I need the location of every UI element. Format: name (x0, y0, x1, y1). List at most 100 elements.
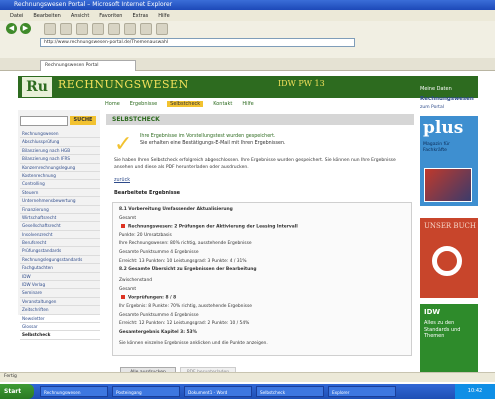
status-text: Fertig (4, 374, 17, 379)
result-line: Sie können einzelne Ergebnisse anklicken… (119, 341, 268, 347)
portal-sublink[interactable]: zum Portal (420, 105, 444, 110)
result-text: Vorprüfungen: 8 / 8 (128, 295, 177, 301)
search-button[interactable]: SUCHE (70, 116, 96, 125)
confirmation-subtext: Sie erhalten eine Bestätigungs-E-Mail mi… (140, 141, 286, 146)
print-icon[interactable] (156, 23, 168, 35)
result-line: Erreicht: 13 Punkten: 10 Leistungsgrad: … (119, 259, 247, 265)
taskbar-item[interactable]: Selbstcheck (256, 386, 324, 397)
search-icon[interactable] (92, 23, 104, 35)
menu-tools[interactable]: Extras (132, 13, 148, 19)
sidebar-item[interactable]: Zeitschriften (20, 306, 100, 315)
stop-icon[interactable] (44, 23, 56, 35)
menu-file[interactable]: Datei (10, 13, 23, 19)
refresh-icon[interactable] (60, 23, 72, 35)
idw-ad-title: IDW (424, 308, 441, 316)
book-ad-title: UNSER BUCH (424, 222, 476, 230)
magazine-cover-image (424, 168, 472, 202)
sidebar-item[interactable]: Unternehmensbewertung (20, 197, 100, 206)
result-text: Erreicht: 13 Punkten: 10 Leistungsgrad: … (119, 258, 247, 264)
nav-contact[interactable]: Kontakt (213, 101, 232, 107)
results-title: Bearbeitete Ergebnisse (114, 190, 181, 196)
menu-favorites[interactable]: Favoriten (99, 13, 122, 19)
history-icon[interactable] (124, 23, 136, 35)
sidebar-item[interactable]: Steuern (20, 189, 100, 198)
bullet-icon (121, 295, 125, 300)
forward-icon[interactable]: ▶ (20, 23, 31, 34)
result-text: Gesamte Punktsumme 4 Ergebnisse (119, 312, 199, 318)
plus-magazine-ad[interactable]: plus Magazin für Fachkräfte (420, 116, 478, 206)
right-column: Rechnungswesen zum Portal plus Magazin f… (420, 96, 478, 381)
start-button[interactable]: Start (0, 384, 34, 399)
tab-active[interactable]: Rechnungswesen Portal (40, 60, 136, 71)
result-line: Ihre Rechnungswesen: 80% richtig, ausste… (119, 241, 252, 247)
sidebar-item[interactable]: Insolvenzrecht (20, 231, 100, 240)
favorites-icon[interactable] (108, 23, 120, 35)
result-text: Sie können einzelne Ergebnisse anklicken… (119, 340, 268, 346)
sidebar-item[interactable]: Bilanzierung nach HGB (20, 147, 100, 156)
main-content: SELBSTCHECK ✓ Ihre Ergebnisse im Vorstel… (106, 110, 414, 380)
address-input[interactable]: http://www.rechnungswesen-portal.de/Them… (40, 38, 355, 47)
nav-selfcheck[interactable]: Selbstcheck (167, 100, 204, 107)
sidebar-item[interactable]: Veranstaltungen (20, 298, 100, 307)
taskbar-item[interactable]: Posteingang (112, 386, 180, 397)
result-text: Gesamt (119, 215, 137, 221)
result-line: Vorprüfungen: 8 / 8 (121, 295, 176, 302)
my-data-link[interactable]: Meine Daten (420, 86, 452, 92)
sidebar-item[interactable]: Konzernrechnungslegung (20, 164, 100, 172)
status-bar: Fertig (0, 372, 495, 382)
content-header: SELBSTCHECK (106, 114, 414, 125)
plus-ad-title: plus (423, 118, 464, 138)
home-icon[interactable] (76, 23, 88, 35)
taskbar-item[interactable]: Explorer (328, 386, 396, 397)
sidebar-item[interactable]: Abschlussprüfung (20, 138, 100, 147)
site-nav: Home Ergebnisse Selbstcheck Kontakt Hilf… (105, 99, 264, 108)
portal-link[interactable]: Rechnungswesen (420, 96, 474, 102)
result-line: Gesamt (119, 216, 136, 222)
sidebar-item[interactable]: Seminare (20, 289, 100, 298)
site-logo[interactable]: Ru (22, 77, 52, 97)
result-text: 8.2 Gesamte Übersicht zu Ergebnissen der… (119, 267, 257, 273)
result-text: Gesamtergebnis Kapitel 3: 53% (119, 329, 197, 335)
sidebar-item[interactable]: Berufsrecht (20, 239, 100, 248)
nav-home[interactable]: Home (105, 101, 120, 107)
sidebar-item[interactable]: Rechnungswesen (20, 130, 100, 139)
sidebar-nav-list: Rechnungswesen Abschlussprüfung Bilanzieru… (20, 130, 100, 340)
tab-bar: Rechnungswesen Portal (0, 58, 495, 71)
sidebar-item[interactable]: Fachgutachten (20, 264, 100, 273)
sidebar-item[interactable]: Finanzierung (20, 206, 100, 214)
menu-edit[interactable]: Bearbeiten (33, 13, 60, 19)
idw-ad[interactable]: IDW Alles zu den Standards und Themen (420, 304, 478, 376)
sidebar-item[interactable]: IDW (20, 273, 100, 282)
sidebar-item[interactable]: Wirtschaftsrecht (20, 214, 100, 223)
book-ad[interactable]: UNSER BUCH (420, 218, 478, 298)
sidebar-item[interactable]: Selbstcheck (20, 331, 100, 340)
back-link[interactable]: zurück (114, 178, 130, 183)
window-titlebar: Rechnungswesen Portal – Microsoft Intern… (0, 0, 495, 10)
sidebar-item[interactable]: Glossar (20, 323, 100, 332)
sidebar-item[interactable]: Prüfungsstandards (20, 247, 100, 256)
sidebar-item[interactable]: Controlling (20, 180, 100, 189)
nav-results[interactable]: Ergebnisse (130, 101, 157, 107)
sidebar-item[interactable]: Bilanzierung nach IFRS (20, 155, 100, 164)
search-input[interactable] (20, 116, 68, 126)
sidebar-item[interactable]: IDW Verlag (20, 281, 100, 290)
taskbar-item[interactable]: Dokument1 - Word (184, 386, 252, 397)
intro-paragraph: Sie haben Ihren Selbstcheck erfolgreich … (114, 158, 396, 170)
result-text: Ihre Rechnungswesen: 80% richtig, ausste… (119, 241, 252, 247)
nav-help[interactable]: Hilfe (242, 101, 253, 107)
mail-icon[interactable] (140, 23, 152, 35)
sidebar-item[interactable]: Kostenrechnung (20, 172, 100, 181)
sidebar-item[interactable]: Rechnungslegungsstandards (20, 256, 100, 265)
clock: 10:42 (455, 384, 495, 399)
menu-help[interactable]: Hilfe (158, 13, 169, 19)
result-line: Gesamte Punktsumme 4 Ergebnisse (119, 250, 199, 256)
sidebar-item[interactable]: Newsletter (20, 315, 100, 323)
plus-ad-subtitle: Magazin für Fachkräfte (423, 142, 450, 153)
taskbar-item[interactable]: Rechnungswesen (40, 386, 108, 397)
result-text: 8.1 Vorbereitung Umfassender Aktualisier… (119, 207, 233, 212)
menu-view[interactable]: Ansicht (71, 13, 89, 19)
back-icon[interactable]: ◀ (6, 23, 17, 34)
site-header: Ru RECHNUNGSWESEN IDW PW 13 (18, 76, 478, 98)
result-line: Punkte: 20 Umsatzbasis (119, 233, 172, 239)
sidebar-item[interactable]: Gesellschaftsrecht (20, 222, 100, 231)
